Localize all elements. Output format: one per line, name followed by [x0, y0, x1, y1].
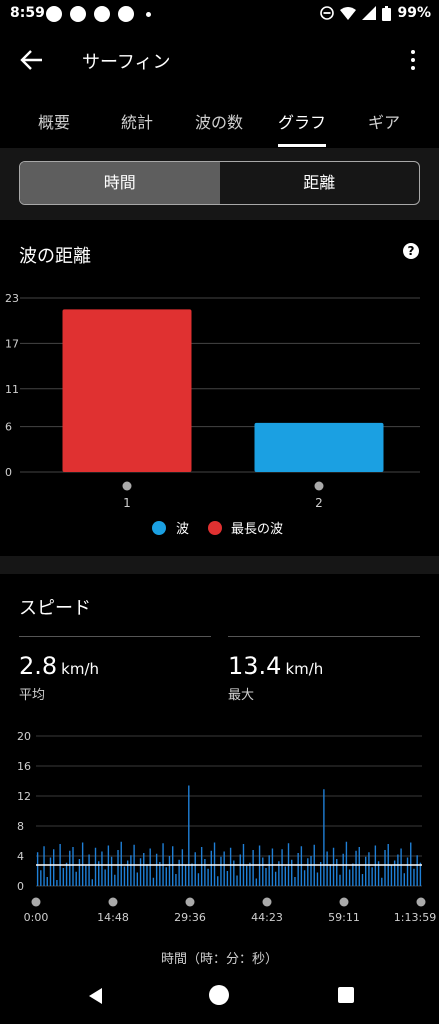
bar-longest-wave [62, 309, 192, 472]
y-tick-label: 12 [17, 790, 31, 803]
notification-icons [46, 6, 151, 22]
max-speed: 13.4 km/h [228, 652, 323, 680]
legend-wave-label: 波 [176, 522, 189, 537]
line-app-icon [118, 6, 134, 22]
legend-longest-wave-label: 最長の波 [231, 522, 283, 537]
section-divider [0, 556, 439, 574]
active-tab-indicator [278, 144, 326, 147]
tab-graph[interactable]: グラフ [278, 109, 326, 133]
battery-level: 99% [397, 5, 431, 21]
segment-distance[interactable]: 距離 [220, 162, 420, 204]
average-speed-value: 2.8 [19, 652, 58, 680]
x-tick-label: 0:00 [24, 911, 49, 924]
x-tick-marker [108, 897, 118, 907]
max-speed-unit: km/h [285, 660, 324, 678]
average-divider [19, 636, 211, 637]
wave-distance-chart: 0 6 11 17 23 1 2 波 最長の波 [5, 292, 420, 537]
x-tick-marker [262, 897, 272, 907]
system-icons: 99% [320, 5, 431, 21]
wifi-icon [340, 7, 357, 20]
x-tick-label: 44:23 [251, 911, 283, 924]
y-tick-label: 20 [17, 730, 31, 743]
notification-app-icon [46, 6, 62, 22]
time-distance-toggle: 時間 距離 [19, 161, 420, 205]
tab-stats[interactable]: 統計 [121, 109, 153, 133]
x-tick-marker [122, 481, 132, 491]
battery-icon [382, 5, 392, 21]
x-tick-marker [314, 481, 324, 491]
status-time: 8:59 [10, 5, 45, 21]
y-tick-label: 23 [5, 292, 19, 305]
back-arrow-icon[interactable] [18, 46, 46, 74]
chat-bubble-icon [70, 6, 86, 22]
x-tick-label: 2 [315, 496, 323, 510]
average-speed-label: 平均 [19, 688, 46, 703]
x-tick-marker [185, 897, 195, 907]
x-tick-marker [339, 897, 349, 907]
max-speed-label: 最大 [228, 688, 255, 703]
tab-gear[interactable]: ギア [368, 109, 400, 133]
bar-wave [254, 422, 384, 472]
more-options-icon[interactable] [401, 48, 425, 72]
legend-longest-wave-swatch [208, 521, 222, 535]
y-tick-label: 16 [17, 760, 31, 773]
wave-distance-panel: 波の距離 ? 0 6 11 17 23 1 2 波最長の波 [0, 220, 439, 556]
y-tick-label: 6 [5, 421, 12, 434]
time-axis-caption: 時間（時：分：秒） [160, 952, 278, 967]
sync-icon [94, 6, 110, 22]
x-tick-marker [31, 897, 41, 907]
y-tick-label: 0 [17, 880, 24, 893]
signal-icon [362, 6, 377, 20]
system-nav-bar [0, 968, 439, 1024]
segment-time[interactable]: 時間 [20, 162, 220, 204]
x-tick-marker [416, 897, 426, 907]
y-tick-label: 11 [5, 383, 19, 396]
status-bar: 8:59 99% [0, 0, 439, 28]
y-tick-label: 8 [17, 820, 24, 833]
segment-area: 時間 距離 [0, 148, 439, 220]
do-not-disturb-icon [320, 6, 335, 20]
tab-wave-count[interactable]: 波の数 [195, 109, 243, 133]
page-title: サーフィン [82, 52, 171, 73]
x-tick-label: 1:13:59 [394, 911, 436, 924]
average-speed-unit: km/h [61, 660, 100, 678]
more-notifications-icon [146, 11, 151, 17]
tab-bar: 概要 統計 波の数 グラフ ギア [0, 95, 439, 147]
x-tick-label: 29:36 [174, 911, 206, 924]
y-tick-label: 17 [5, 337, 19, 350]
max-speed-value: 13.4 [228, 652, 282, 680]
y-tick-label: 0 [5, 466, 12, 479]
legend-wave-swatch [152, 521, 166, 535]
x-tick-label: 59:11 [328, 911, 360, 924]
x-tick-label: 14:48 [97, 911, 129, 924]
tab-overview[interactable]: 概要 [38, 109, 70, 133]
nav-recent-apps-icon[interactable] [338, 987, 354, 1003]
y-tick-label: 4 [17, 850, 24, 863]
average-speed: 2.8 km/h [19, 652, 99, 680]
speed-chart: 0 4 8 12 16 20 0:00 14:48 29:36 44:23 59:11 1:13:59 [17, 730, 436, 924]
app-bar: サーフィン [0, 28, 439, 92]
speed-title: スピード [19, 598, 91, 619]
x-tick-label: 1 [123, 496, 131, 510]
max-divider [228, 636, 420, 637]
nav-back-icon[interactable] [86, 986, 106, 1006]
nav-home-icon[interactable] [209, 985, 229, 1005]
